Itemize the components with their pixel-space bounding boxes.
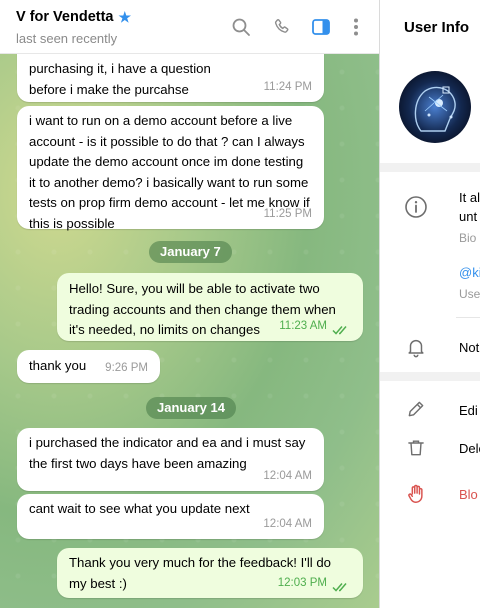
section-divider: [380, 163, 480, 172]
message-time: 11:25 PM: [263, 207, 312, 220]
message-time: 11:23 AM: [279, 319, 327, 332]
bio-label: Bio: [459, 231, 477, 245]
sidebar-toggle-icon[interactable]: [309, 15, 333, 39]
info-icon: [404, 195, 428, 219]
chat-title[interactable]: V for Vendetta ★: [16, 9, 131, 25]
row-divider: [456, 317, 480, 318]
bio-text[interactable]: It al: [459, 190, 480, 205]
notifications-toggle-label[interactable]: Not: [459, 340, 479, 355]
section-divider: [380, 372, 480, 381]
chat-status: last seen recently: [16, 31, 118, 46]
star-icon: ★: [118, 9, 132, 25]
username-link[interactable]: @ki: [459, 265, 480, 280]
pencil-icon: [404, 397, 428, 421]
message-time: 11:24 PM: [263, 80, 312, 93]
message-text: thank you: [29, 358, 87, 373]
message-incoming[interactable]: thank you 9:26 PM: [17, 350, 160, 383]
double-check-icon: [332, 326, 347, 335]
bio-text-line-2[interactable]: unt: [459, 209, 477, 224]
message-outgoing[interactable]: Thank you very much for the feedback! I'…: [57, 548, 363, 598]
hand-block-icon: [404, 482, 428, 506]
avatar[interactable]: [399, 71, 471, 143]
delete-contact-button[interactable]: Dele: [459, 441, 480, 456]
block-user-button[interactable]: Blo: [459, 487, 478, 502]
message-text: cant wait to see what you update next: [29, 501, 250, 516]
chat-pane: V for Vendetta ★ last seen recently purc…: [0, 0, 379, 608]
message-incoming[interactable]: i purchased the indicator and ea and i m…: [17, 428, 324, 491]
message-time: 12:04 AM: [263, 469, 312, 482]
message-outgoing[interactable]: Hello! Sure, you will be able to activat…: [57, 273, 363, 341]
chat-header[interactable]: V for Vendetta ★ last seen recently: [0, 0, 379, 54]
edit-contact-button[interactable]: Edi: [459, 403, 478, 418]
message-time: 12:04 AM: [263, 517, 312, 530]
more-vertical-icon[interactable]: [344, 15, 368, 39]
user-info-pane: User Info It al unt Bio @ki Use Not Edi …: [380, 0, 480, 608]
username-label: Use: [459, 287, 480, 301]
message-incoming[interactable]: cant wait to see what you update next 12…: [17, 494, 324, 539]
double-check-icon: [332, 583, 347, 592]
message-incoming[interactable]: i want to run on a demo account before a…: [17, 106, 324, 231]
user-info-title: User Info: [404, 19, 470, 36]
chat-title-text[interactable]: V for Vendetta: [16, 9, 114, 25]
message-time: 9:26 PM: [105, 361, 148, 374]
date-separator: January 7: [149, 241, 232, 263]
trash-icon: [404, 436, 428, 460]
search-icon[interactable]: [229, 15, 253, 39]
date-separator: January 14: [146, 397, 236, 419]
bell-icon: [404, 335, 428, 359]
message-time: 12:03 PM: [277, 576, 327, 589]
phone-icon[interactable]: [270, 15, 294, 39]
message-text: purchasing it, i have a question before …: [29, 61, 211, 97]
